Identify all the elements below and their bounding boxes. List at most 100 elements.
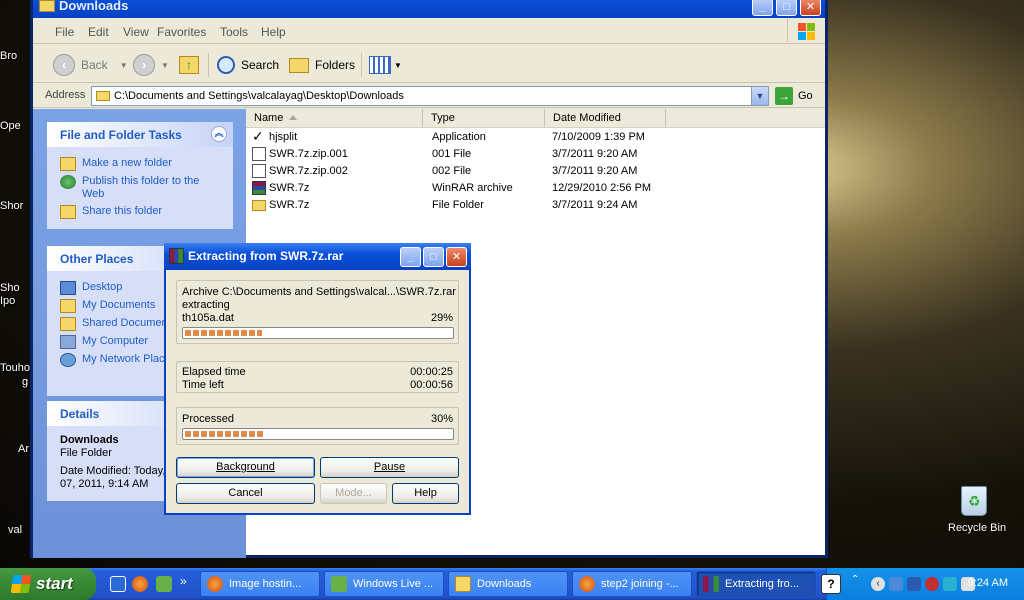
processed-progress-fill: [185, 431, 265, 437]
network-icon[interactable]: [889, 577, 903, 591]
task-label: Downloads: [477, 578, 532, 590]
address-value[interactable]: C:\Documents and Settings\valcalayag\Des…: [114, 90, 404, 102]
file-row[interactable]: ✓ hjsplit Application 7/10/2009 1:39 PM: [246, 129, 825, 146]
file-row[interactable]: SWR.7z.zip.002 002 File 3/7/2011 9:20 AM: [246, 163, 825, 180]
pause-button[interactable]: Pause: [320, 457, 459, 478]
desktop-label[interactable]: Touho: [0, 362, 30, 374]
file-name: SWR.7z.zip.001: [269, 148, 348, 160]
messenger-icon: [331, 576, 347, 592]
mode-button[interactable]: Mode...: [320, 483, 387, 504]
file-type: File Folder: [432, 199, 484, 211]
task-image-hosting[interactable]: Image hostin...: [200, 571, 320, 597]
desktop-left-strip: Bro Ope Shor Sho Ipo Touho g Ar val: [0, 0, 34, 568]
file-row[interactable]: SWR.7z WinRAR archive 12/29/2010 2:56 PM: [246, 180, 825, 197]
dropdown-arrow-icon[interactable]: ▼: [161, 61, 169, 70]
chevron-down-icon[interactable]: ▼: [751, 87, 768, 105]
recycle-bin[interactable]: Recycle Bin: [948, 486, 1006, 534]
menu-edit[interactable]: Edit: [88, 25, 109, 39]
column-header-type[interactable]: Type: [423, 109, 545, 128]
menu-view[interactable]: View: [123, 25, 149, 39]
desktop-label[interactable]: Shor: [0, 200, 23, 212]
column-header-name[interactable]: Name: [246, 109, 423, 128]
winrar-icon: [169, 248, 184, 264]
desktop-label[interactable]: val: [8, 524, 22, 536]
task-publish-folder[interactable]: Publish this folder to the Web: [60, 175, 233, 201]
desktop-label[interactable]: Ope: [0, 120, 21, 132]
menu-tools[interactable]: Tools: [220, 25, 248, 39]
button-label: Mode...: [335, 487, 372, 499]
address-input[interactable]: C:\Documents and Settings\valcalayag\Des…: [91, 86, 769, 106]
desktop-label[interactable]: Ipo: [0, 295, 15, 307]
maximize-button[interactable]: □: [423, 247, 444, 267]
dialog-titlebar[interactable]: Extracting from SWR.7z.rar _ □ ✕: [164, 243, 471, 270]
bluetooth-icon[interactable]: [907, 577, 921, 591]
menu-help[interactable]: Help: [261, 25, 286, 39]
panel-header[interactable]: File and Folder Tasks ︽: [47, 122, 233, 147]
start-button[interactable]: start: [0, 568, 96, 600]
column-header-date[interactable]: Date Modified: [545, 109, 666, 128]
background-button[interactable]: Background: [176, 457, 315, 478]
maximize-button[interactable]: □: [776, 0, 797, 16]
task-extracting[interactable]: Extracting fro...: [696, 571, 816, 597]
folders-button[interactable]: Folders: [289, 53, 355, 77]
close-button[interactable]: ✕: [800, 0, 821, 16]
search-icon: [217, 56, 235, 74]
time-left-label: Time left: [182, 379, 224, 391]
task-label: Make a new folder: [82, 157, 172, 169]
task-step2-joining[interactable]: step2 joining -...: [572, 571, 692, 597]
cancel-button[interactable]: Cancel: [176, 483, 315, 504]
generic-file-icon: [252, 164, 266, 178]
chevron-up-icon[interactable]: ⌃: [851, 574, 859, 585]
back-button[interactable]: ‹ Back ▼: [53, 53, 128, 77]
task-label: step2 joining -...: [601, 578, 679, 590]
expand-tray-icon[interactable]: ‹: [871, 577, 885, 591]
button-label: Background: [216, 461, 275, 473]
desktop-label[interactable]: Ar: [18, 443, 29, 455]
menu-favorites[interactable]: Favorites: [157, 25, 206, 39]
help-button[interactable]: Help: [392, 483, 459, 504]
views-icon: [369, 56, 391, 74]
file-type: 001 File: [432, 148, 472, 160]
desktop-label[interactable]: Sho: [0, 282, 20, 294]
chevron-right-icon[interactable]: »: [180, 574, 187, 588]
close-button[interactable]: ✕: [446, 247, 467, 267]
tray-app-icon[interactable]: [943, 577, 957, 591]
security-icon[interactable]: [925, 577, 939, 591]
task-windows-live[interactable]: Windows Live ...: [324, 571, 444, 597]
desktop-label[interactable]: Bro: [0, 50, 17, 62]
desktop-label[interactable]: g: [22, 376, 28, 388]
minimize-button[interactable]: _: [752, 0, 773, 16]
menu-file[interactable]: File: [55, 25, 74, 39]
file-row[interactable]: SWR.7z.zip.001 001 File 3/7/2011 9:20 AM: [246, 146, 825, 163]
photoshop-icon[interactable]: [110, 576, 126, 592]
search-button[interactable]: Search: [217, 53, 279, 77]
quicklaunch-icon[interactable]: [156, 576, 172, 592]
shared-documents-icon: [60, 317, 76, 331]
task-label: Publish this folder to the Web: [82, 175, 200, 200]
file-type: WinRAR archive: [432, 182, 513, 194]
up-folder-button[interactable]: ↑: [179, 53, 199, 77]
help-question-icon[interactable]: ?: [821, 574, 841, 594]
file-date: 3/7/2011 9:20 AM: [552, 148, 638, 160]
file-row[interactable]: SWR.7z File Folder 3/7/2011 9:24 AM: [246, 197, 825, 214]
column-label: Type: [431, 112, 455, 124]
panel-title: File and Folder Tasks: [60, 128, 182, 142]
go-button[interactable]: → Go: [775, 86, 813, 106]
forward-button[interactable]: › ▼: [133, 53, 169, 77]
start-label: start: [36, 574, 73, 593]
views-button[interactable]: ▼: [369, 53, 402, 77]
minimize-button[interactable]: _: [400, 247, 421, 267]
dropdown-arrow-icon[interactable]: ▼: [120, 61, 128, 70]
task-share-folder[interactable]: Share this folder: [60, 205, 233, 219]
winrar-icon: [703, 576, 719, 592]
task-downloads[interactable]: Downloads: [448, 571, 568, 597]
file-name: SWR.7z.zip.002: [269, 165, 348, 177]
firefox-icon[interactable]: [132, 576, 148, 592]
explorer-titlebar[interactable]: Downloads _ □ ✕: [33, 0, 825, 18]
collapse-icon[interactable]: ︽: [211, 126, 227, 142]
folder-icon: [39, 0, 55, 12]
network-places-icon: [60, 353, 76, 367]
task-make-new-folder[interactable]: Make a new folder: [60, 157, 233, 171]
clock[interactable]: 9:24 AM: [968, 577, 1008, 589]
back-label: Back: [81, 58, 108, 72]
